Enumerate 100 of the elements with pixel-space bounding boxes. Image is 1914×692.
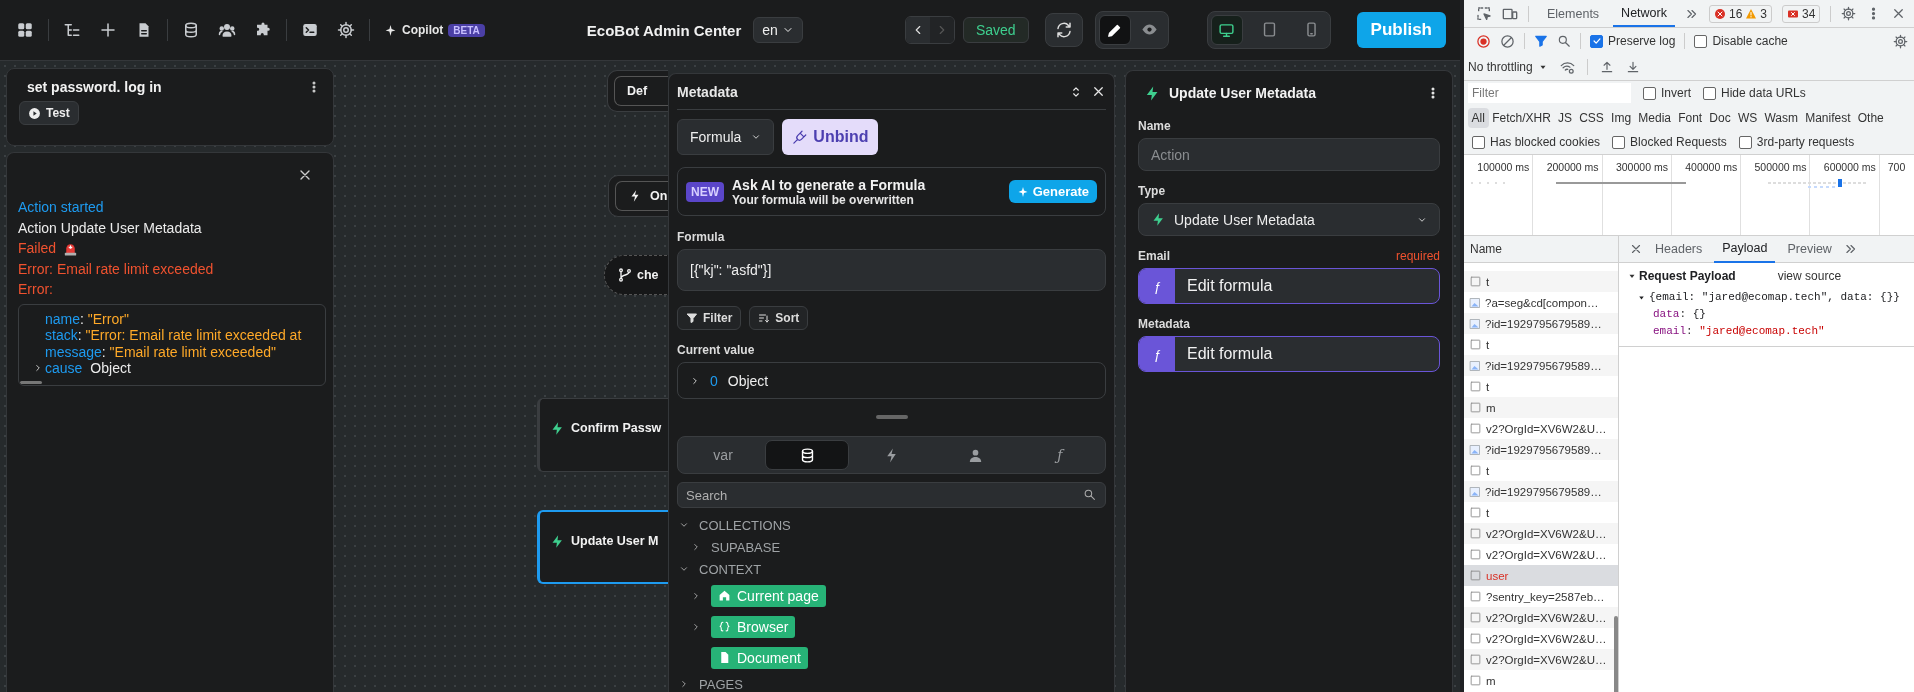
type-filter[interactable]: Media xyxy=(1634,107,1675,128)
search-field[interactable]: Search xyxy=(677,482,1106,508)
back-button[interactable] xyxy=(905,17,930,43)
request-row[interactable]: user xyxy=(1464,565,1618,586)
request-row[interactable]: m xyxy=(1464,397,1618,418)
filter-icon[interactable] xyxy=(1534,34,1548,48)
workflow-node[interactable]: Def xyxy=(607,70,668,112)
users-icon[interactable] xyxy=(218,21,236,39)
request-row[interactable]: t xyxy=(1464,271,1618,292)
outline-icon[interactable] xyxy=(63,21,81,39)
tree-item[interactable]: SUPABASE xyxy=(711,539,781,555)
column-header[interactable]: Name xyxy=(1464,236,1618,263)
apps-icon[interactable] xyxy=(16,21,34,39)
request-row[interactable]: t xyxy=(1464,460,1618,481)
view-source-link[interactable]: view source xyxy=(1777,269,1842,283)
request-row[interactable]: ?id=1929795679589… xyxy=(1464,313,1618,334)
action-node[interactable]: Update User M xyxy=(537,510,668,584)
type-select[interactable]: Update User Metadata xyxy=(1138,203,1440,236)
checkbox[interactable]: Blocked Requests xyxy=(1612,135,1727,149)
inspect-icon[interactable] xyxy=(1476,5,1492,22)
formula-field[interactable]: [{"kj": "asfd"}] xyxy=(677,249,1106,291)
checkbox[interactable]: Hide data URLs xyxy=(1703,86,1806,100)
chevron-right-icon[interactable] xyxy=(691,621,701,632)
add-icon[interactable] xyxy=(99,21,117,39)
request-row[interactable]: t xyxy=(1464,502,1618,523)
desktop-view-button[interactable] xyxy=(1210,15,1243,45)
chevron-down-icon[interactable] xyxy=(679,520,689,530)
checkbox[interactable]: 3rd-party requests xyxy=(1738,135,1855,149)
type-filter[interactable]: Othe xyxy=(1854,107,1888,128)
request-row[interactable]: v2?OrgId=XV6W2&U… xyxy=(1464,628,1618,649)
search-icon[interactable] xyxy=(1557,34,1571,48)
settings-icon[interactable] xyxy=(1841,6,1857,21)
request-row[interactable]: ?id=1929795679589… xyxy=(1464,481,1618,502)
source-tab[interactable] xyxy=(765,440,850,470)
source-tab[interactable]: var xyxy=(681,440,766,470)
checkbox[interactable]: Invert xyxy=(1643,86,1691,100)
request-row[interactable]: ?id=1929795679589… xyxy=(1464,439,1618,460)
request-row[interactable]: ?sentry_key=2587eb… xyxy=(1464,586,1618,607)
download-icon[interactable] xyxy=(1625,60,1640,74)
upload-icon[interactable] xyxy=(1599,60,1614,74)
chevron-right-icon[interactable] xyxy=(679,679,689,689)
action-node[interactable]: Confirm Passw xyxy=(537,398,668,472)
request-row[interactable]: m xyxy=(1464,670,1618,691)
edit-mode-button[interactable] xyxy=(1098,15,1131,45)
refresh-button[interactable] xyxy=(1044,13,1083,47)
type-filter[interactable]: Manifest xyxy=(1801,107,1855,128)
type-filter[interactable]: Wasm xyxy=(1760,107,1802,128)
request-row[interactable]: ?a=seg&cd[compon… xyxy=(1464,292,1618,313)
type-filter[interactable]: JS xyxy=(1554,107,1576,128)
test-button[interactable]: Test xyxy=(19,101,79,125)
chevron-right-icon[interactable] xyxy=(691,542,701,552)
type-filter[interactable]: WS xyxy=(1734,107,1761,128)
checkbox[interactable]: Has blocked cookies xyxy=(1472,135,1601,149)
tree-item[interactable]: COLLECTIONS xyxy=(699,517,791,533)
mode-dropdown[interactable]: Formula xyxy=(677,119,775,155)
resize-handle[interactable] xyxy=(875,415,908,419)
close-icon[interactable] xyxy=(1091,84,1106,99)
request-row[interactable]: t xyxy=(1464,376,1618,397)
checkbox[interactable]: Preserve log xyxy=(1590,34,1676,48)
request-row[interactable]: t xyxy=(1464,334,1618,355)
checkbox[interactable]: Disable cache xyxy=(1694,34,1788,48)
trigger-node[interactable]: On xyxy=(608,175,668,217)
formula-field[interactable]: ƒ Edit formula xyxy=(1138,336,1440,372)
throttling-select[interactable]: No throttling xyxy=(1468,60,1548,74)
request-row[interactable]: v2?OrgId=XV6W2&U… xyxy=(1464,607,1618,628)
type-filter[interactable]: Fetch/XHR xyxy=(1488,107,1555,128)
tree-item[interactable]: PAGES xyxy=(699,676,743,692)
type-filter[interactable]: Img xyxy=(1607,107,1635,128)
more-tabs-icon[interactable] xyxy=(1843,242,1858,256)
collapse-icon[interactable] xyxy=(1637,293,1646,302)
chevron-right-icon[interactable] xyxy=(690,375,700,386)
devtools-tab[interactable]: Elements xyxy=(1539,0,1608,27)
type-filter[interactable]: All xyxy=(1468,107,1489,128)
branch-node[interactable]: che xyxy=(604,255,668,295)
filter-button[interactable]: Filter xyxy=(677,306,742,330)
detail-tab[interactable]: Preview xyxy=(1779,235,1840,263)
request-row[interactable]: v2?OrgId=XV6W2&U… xyxy=(1464,523,1618,544)
detail-tab[interactable]: Payload xyxy=(1714,235,1776,263)
chevron-right-icon[interactable] xyxy=(691,590,701,601)
tree-item[interactable]: CONTEXT xyxy=(699,561,762,577)
copilot-button[interactable]: Copilot BETA xyxy=(384,23,485,37)
issues-count[interactable]: 34 xyxy=(1782,4,1821,23)
sort-button[interactable]: Sort xyxy=(749,306,809,330)
type-filter[interactable]: Doc xyxy=(1705,107,1735,128)
type-filter[interactable]: CSS xyxy=(1575,107,1608,128)
filter-field[interactable]: Filter xyxy=(1468,83,1631,103)
unbind-button[interactable]: Unbind xyxy=(782,119,879,155)
detail-tab[interactable]: Headers xyxy=(1647,235,1711,263)
request-row[interactable]: v2?OrgId=XV6W2&U… xyxy=(1464,418,1618,439)
request-row[interactable]: v2?OrgId=XV6W2&U… xyxy=(1464,544,1618,565)
chevron-down-icon[interactable] xyxy=(679,564,689,574)
scrollbar-thumb[interactable] xyxy=(1614,616,1618,692)
settings-icon[interactable] xyxy=(1893,33,1908,49)
type-filter[interactable]: Font xyxy=(1674,107,1706,128)
network-conditions-icon[interactable] xyxy=(1559,59,1575,75)
language-select[interactable]: en xyxy=(753,17,803,43)
chevron-right-icon[interactable] xyxy=(33,363,43,374)
clear-icon[interactable] xyxy=(1500,33,1515,49)
name-field[interactable]: Action xyxy=(1138,138,1440,171)
request-row[interactable]: ?id=1929795679589… xyxy=(1464,355,1618,376)
